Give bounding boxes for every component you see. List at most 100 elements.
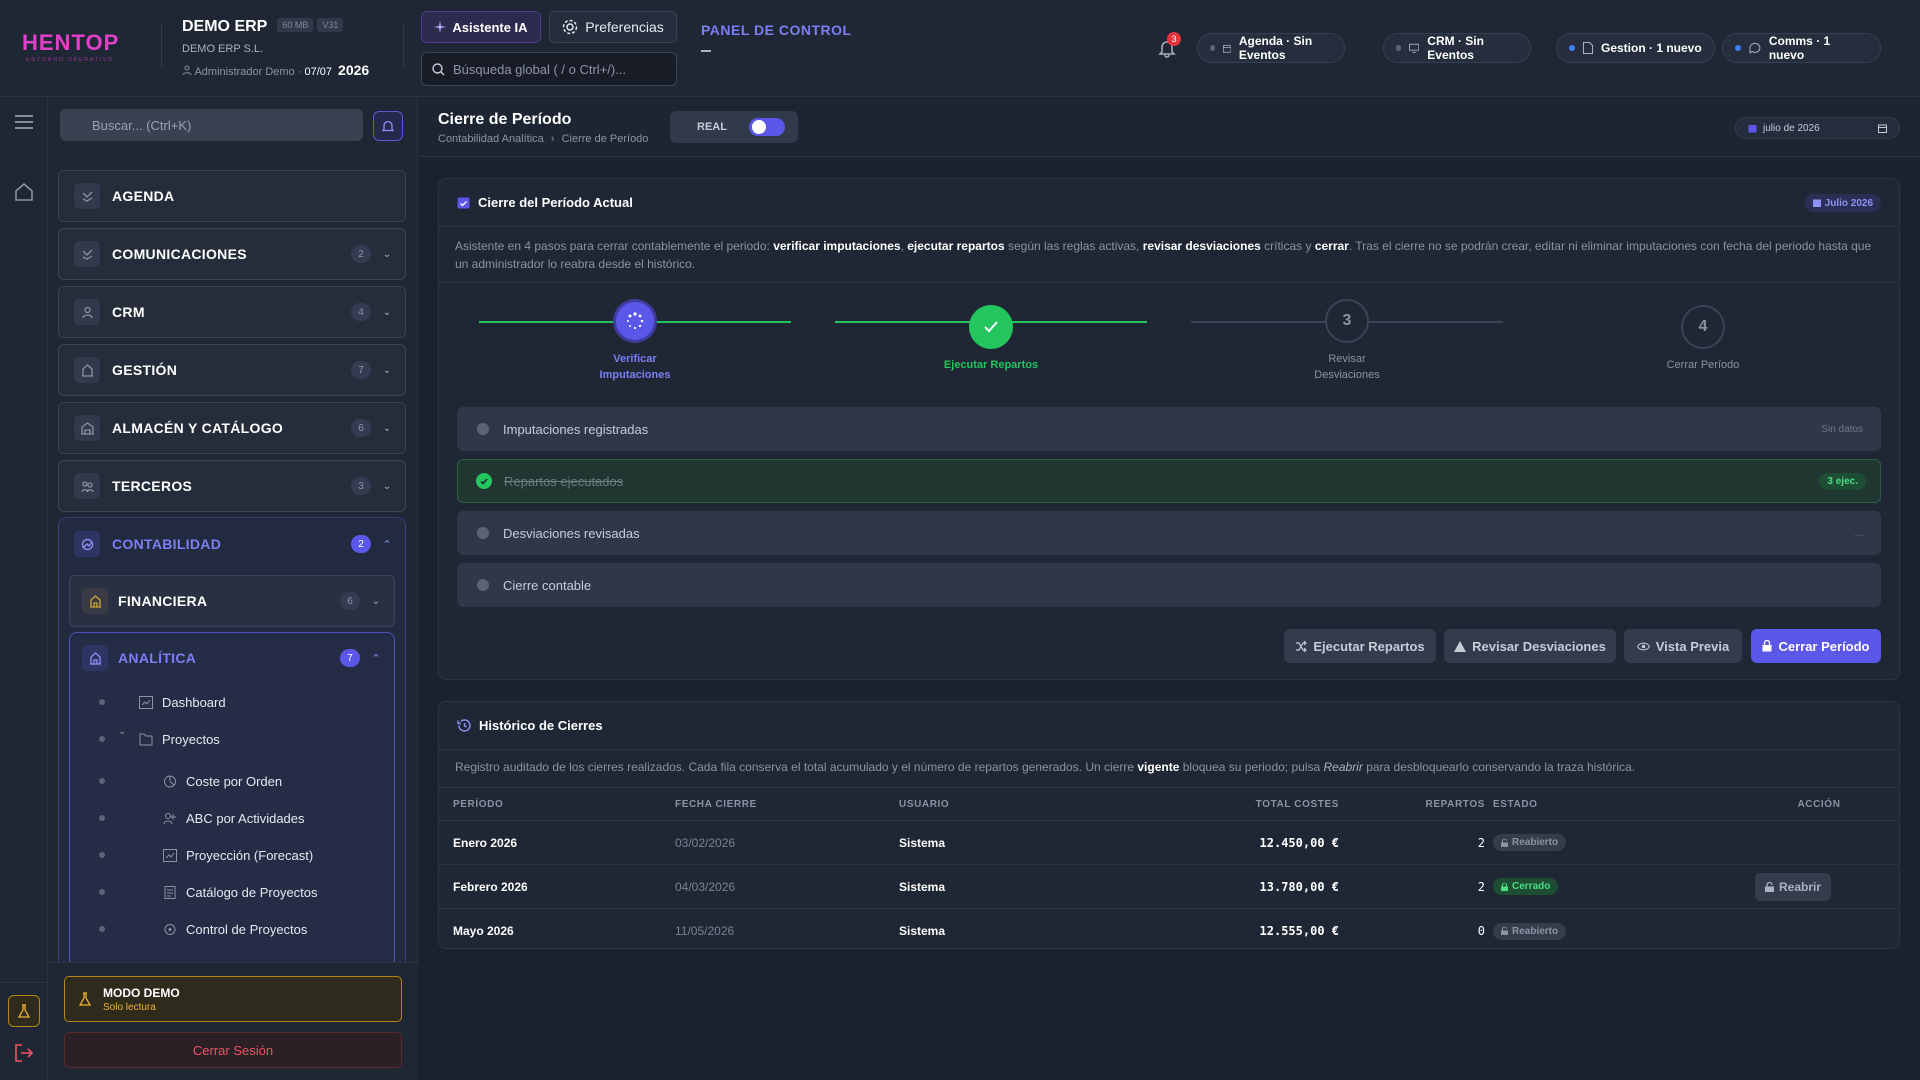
flask-icon (18, 1004, 30, 1018)
panel-title[interactable]: PANEL DE CONTROL (701, 22, 852, 38)
warning-icon (1454, 640, 1467, 652)
checklist-item: Desviaciones revisadas ... (457, 511, 1881, 555)
pending-dot (477, 423, 489, 435)
check-icon (984, 321, 998, 333)
submenu-proyectos[interactable]: Proyectos (139, 727, 220, 751)
step-1-circle[interactable] (613, 299, 657, 343)
table-row[interactable]: Enero 2026 03/02/2026 Sistema 12.450,00 … (439, 821, 1899, 865)
hamburger-menu-icon[interactable] (15, 115, 33, 129)
demo-mode-icon-button[interactable] (8, 995, 40, 1027)
chevron-down-icon[interactable]: ⌄ (118, 726, 126, 737)
shuffle-icon (1296, 640, 1308, 652)
sidebar-item-crm[interactable]: CRM 4 ⌄ (58, 286, 406, 338)
crm-status-pill[interactable]: CRM · Sin Eventos (1383, 33, 1531, 63)
sidebar-item-terceros[interactable]: TERCEROS 3 ⌄ (58, 460, 406, 512)
bullet-dot (99, 889, 105, 895)
column-header[interactable]: USUARIO (899, 788, 949, 820)
count-badge: 2 (351, 245, 371, 263)
sidebar-item-almacen[interactable]: ALMACÉN Y CATÁLOGO 6 ⌄ (58, 402, 406, 454)
submenu-control-proyectos[interactable]: Control de Proyectos (163, 917, 307, 941)
svg-text:HENTOP: HENTOP (22, 30, 119, 55)
status-dot (1396, 45, 1402, 51)
divider (0, 982, 48, 983)
search-icon (432, 62, 445, 75)
step-4-circle[interactable]: 4 (1681, 305, 1725, 349)
step-2-circle[interactable] (969, 305, 1013, 349)
user-info: Administrador Demo · 07/07 2026 (182, 62, 369, 78)
close-period-button[interactable]: Cerrar Período (1751, 629, 1881, 663)
period-chip: Julio 2026 (1804, 194, 1881, 212)
submenu-catalogo-proyectos[interactable]: Catálogo de Proyectos (163, 880, 318, 904)
count-badge: 7 (340, 649, 360, 667)
analytics-icon (82, 645, 108, 671)
panel-underline (701, 50, 711, 52)
reopen-button[interactable]: Reabrir (1755, 872, 1831, 901)
run-allocations-button[interactable]: Ejecutar Repartos (1284, 629, 1436, 663)
count-badge: 2 (351, 535, 371, 553)
logout-icon[interactable] (14, 1044, 34, 1062)
ai-assistant-button[interactable]: Asistente IA (421, 11, 541, 43)
preview-button[interactable]: Vista Previa (1624, 629, 1742, 663)
sidebar-item-agenda[interactable]: AGENDA (58, 170, 406, 222)
checklist-item: Repartos ejecutados 3 ejec. (457, 459, 1881, 503)
breadcrumb-item[interactable]: Contabilidad Analítica (438, 133, 544, 145)
control-icon (164, 923, 176, 935)
checklist-item: Cierre contable (457, 563, 1881, 607)
submenu-forecast[interactable]: Proyección (Forecast) (163, 843, 313, 867)
divider (439, 282, 1899, 283)
chevron-down-icon: ⌄ (382, 480, 392, 492)
eye-icon (1636, 642, 1650, 650)
logout-button[interactable]: Cerrar Sesión (64, 1032, 402, 1068)
sidebar-item-gestion[interactable]: GESTIÓN 7 ⌄ (58, 344, 406, 396)
sidebar-item-comunicaciones[interactable]: COMUNICACIONES 2 ⌄ (58, 228, 406, 280)
review-deviations-button[interactable]: Revisar Desviaciones (1444, 629, 1616, 663)
global-search-input[interactable]: Búsqueda global ( / o Ctrl+/)... (421, 52, 677, 86)
bullet-dot (99, 778, 105, 784)
comms-status-pill[interactable]: Comms · 1 nuevo (1722, 33, 1881, 63)
sidebar-search-input[interactable]: Buscar... (Ctrl+K) (60, 109, 363, 141)
toggle-switch[interactable] (748, 118, 785, 136)
count-badge: 3 (351, 477, 371, 495)
sidebar-item-financiera[interactable]: FINANCIERA 6 ⌄ (69, 575, 395, 627)
count-badge: 6 (340, 592, 360, 610)
dashboard-icon (139, 695, 153, 709)
sidebar-notifications-button[interactable] (373, 111, 403, 141)
table-row[interactable]: Mayo 2026 11/05/2026 Sistema 12.555,00 €… (439, 909, 1899, 953)
hentop-logo[interactable]: HENTOP ENTORNO OPERATIVO (22, 30, 144, 64)
divider (403, 24, 404, 68)
demo-mode-banner[interactable]: MODO DEMO Solo lectura (64, 976, 402, 1022)
table-row[interactable]: Febrero 2026 04/03/2026 Sistema 13.780,0… (439, 865, 1899, 909)
column-header[interactable]: PERÍODO (453, 788, 503, 820)
submenu-coste-por-orden[interactable]: Coste por Orden (163, 769, 282, 793)
column-header[interactable]: TOTAL COSTES (1179, 788, 1339, 820)
agenda-status-pill[interactable]: Agenda · Sin Eventos (1197, 33, 1345, 63)
sidebar-item-analitica[interactable]: ANALÍTICA 7 ⌃ (70, 633, 394, 683)
gestion-icon (74, 357, 100, 383)
sidebar: Buscar... (Ctrl+K) AGENDA COMUNICACIONES… (48, 97, 418, 1080)
real-mode-toggle[interactable]: REAL (670, 111, 798, 143)
gestion-status-pill[interactable]: Gestion · 1 nuevo (1556, 33, 1715, 63)
preferences-button[interactable]: Preferencias (549, 11, 677, 43)
sidebar-item-contabilidad[interactable]: CONTABILIDAD 2 ⌃ (59, 518, 405, 570)
history-icon (457, 719, 471, 732)
home-icon[interactable] (14, 183, 34, 201)
column-header[interactable]: FECHA CIERRE (675, 788, 757, 820)
column-header[interactable]: REPARTOS (1419, 788, 1485, 820)
submenu-abc-actividades[interactable]: ABC por Actividades (163, 806, 305, 830)
top-bar: HENTOP ENTORNO OPERATIVO DEMO ERP 60 MB V3… (0, 0, 1920, 97)
user-name: Administrador Demo (194, 66, 295, 78)
step-2-label: Ejecutar Repartos (943, 359, 1039, 371)
main-content: Cierre de Período Contabilidad Analítica… (418, 97, 1920, 1080)
chevron-up-icon: ⌃ (382, 538, 392, 551)
comunicaciones-icon (74, 241, 100, 267)
submenu-dashboard[interactable]: Dashboard (139, 690, 226, 714)
chart-icon (74, 531, 100, 557)
breadcrumb-item: Cierre de Período (561, 133, 649, 145)
bullet-dot (99, 815, 105, 821)
closing-history-card: Histórico de Cierres Registro auditado d… (438, 701, 1900, 949)
period-date-picker[interactable]: julio de 2026 (1735, 117, 1900, 139)
chevron-right-icon: › (550, 133, 555, 145)
step-3-circle[interactable]: 3 (1325, 299, 1369, 343)
column-header[interactable]: ESTADO (1493, 788, 1538, 820)
checklist-item: Imputaciones registradas Sin datos (457, 407, 1881, 451)
